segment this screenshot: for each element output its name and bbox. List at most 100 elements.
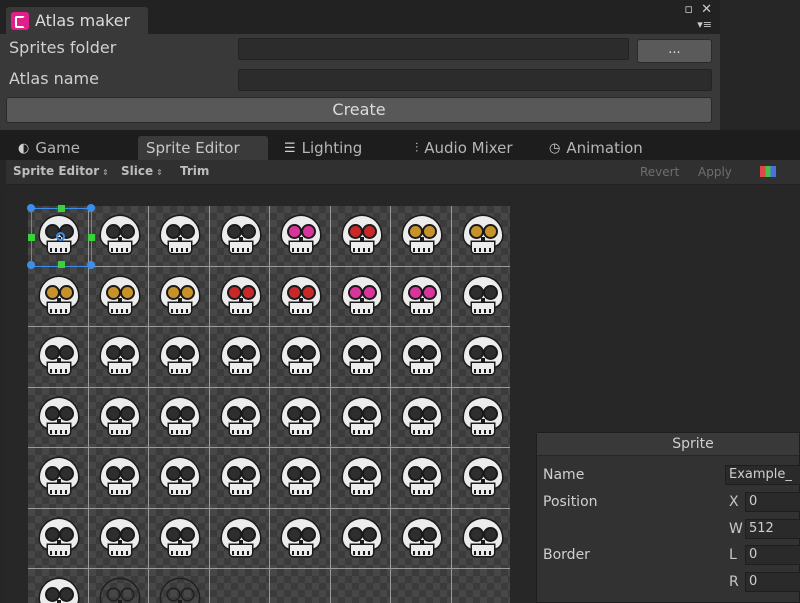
sprite-cell[interactable] xyxy=(329,265,392,328)
sprite-name-label: Name xyxy=(543,467,585,483)
tab-game[interactable]: ◐ Game xyxy=(10,136,88,160)
sprite-cell[interactable] xyxy=(87,206,150,267)
sprite-cell[interactable] xyxy=(269,326,331,388)
revert-button[interactable]: Revert xyxy=(640,165,679,179)
sprite-cell[interactable] xyxy=(148,568,210,603)
sprite-cell[interactable] xyxy=(329,507,392,570)
rgb-channels-icon[interactable] xyxy=(760,166,776,177)
atlas-name-field[interactable] xyxy=(238,69,712,91)
skull-sprite xyxy=(342,518,381,563)
sprite-cell[interactable] xyxy=(87,326,150,388)
sprite-cell[interactable] xyxy=(148,326,210,388)
sprite-cell[interactable] xyxy=(148,206,210,267)
sprite-cell[interactable] xyxy=(269,568,331,603)
skull-sprite xyxy=(282,216,320,260)
sprite-cell[interactable] xyxy=(148,447,210,509)
resize-handle-top-left[interactable] xyxy=(27,204,35,212)
sprite-cell[interactable] xyxy=(269,507,331,570)
sprite-cell[interactable] xyxy=(269,386,331,449)
sprites-folder-field[interactable] xyxy=(238,38,629,60)
apply-button[interactable]: Apply xyxy=(698,165,732,179)
sprite-cell[interactable] xyxy=(208,265,271,328)
atlas-maker-tab[interactable]: Atlas maker xyxy=(6,7,148,34)
create-button[interactable]: Create xyxy=(6,97,712,123)
sprite-cell[interactable] xyxy=(329,447,392,509)
tab-lighting[interactable]: ☰ Lighting xyxy=(276,136,370,160)
sprite-cell[interactable] xyxy=(329,206,392,267)
tab-animation[interactable]: ◷ Animation xyxy=(541,136,651,160)
skull-sprite xyxy=(161,518,199,563)
sprite-cell[interactable] xyxy=(28,386,89,449)
skull-sprite xyxy=(161,216,199,260)
sprite-cell[interactable] xyxy=(390,265,452,328)
sprite-cell[interactable] xyxy=(329,386,392,449)
sprite-sheet[interactable] xyxy=(28,206,510,603)
sprite-cell[interactable] xyxy=(148,507,210,570)
sprite-cell[interactable] xyxy=(208,206,271,267)
window-menu-icon[interactable]: ▾≡ xyxy=(697,18,712,31)
resize-handle-bottom-left[interactable] xyxy=(27,261,35,269)
close-icon[interactable]: ✕ xyxy=(701,2,712,17)
sprite-cell[interactable] xyxy=(28,507,89,570)
resize-handle-bottom[interactable] xyxy=(58,261,65,268)
sprite-cell[interactable] xyxy=(450,206,510,267)
maximize-icon[interactable]: ▫ xyxy=(684,2,693,17)
tab-animation-label: Animation xyxy=(566,139,643,157)
sprite-cell[interactable] xyxy=(390,507,452,570)
sprite-cell[interactable] xyxy=(269,265,331,328)
sprite-cell[interactable] xyxy=(87,447,150,509)
sprite-cell[interactable] xyxy=(28,447,89,509)
sprite-cell[interactable] xyxy=(390,568,452,603)
border-r-field[interactable]: 0 xyxy=(745,572,800,592)
sprite-cell[interactable] xyxy=(390,326,452,388)
sprite-cell[interactable] xyxy=(390,206,452,267)
sprite-editor-mode-dropdown[interactable]: Sprite Editor ⇕ xyxy=(13,164,109,178)
browse-folder-button[interactable]: ... xyxy=(637,39,712,63)
sprite-cell[interactable] xyxy=(450,265,510,328)
tab-sprite-editor[interactable]: Sprite Editor xyxy=(138,136,268,160)
slice-dropdown[interactable]: Slice ⇕ xyxy=(121,164,163,178)
sprite-cell[interactable] xyxy=(208,447,271,509)
sprite-cell[interactable] xyxy=(269,206,331,267)
sprite-cell[interactable] xyxy=(390,386,452,449)
sprite-cell[interactable] xyxy=(87,386,150,449)
sprite-cell[interactable] xyxy=(87,265,150,328)
skull-sprite xyxy=(282,458,320,502)
sprite-cell[interactable] xyxy=(450,507,510,570)
sprite-cell[interactable] xyxy=(329,326,392,388)
position-w-field[interactable]: 512 xyxy=(745,519,800,539)
sprite-cell[interactable] xyxy=(208,386,271,449)
sprite-cell[interactable] xyxy=(148,265,210,328)
sprite-cell[interactable] xyxy=(269,447,331,509)
border-l-field[interactable]: 0 xyxy=(745,545,800,565)
sprite-cell[interactable] xyxy=(28,326,89,388)
skull-sprite xyxy=(100,518,139,563)
sprite-cell[interactable] xyxy=(87,568,150,603)
sprite-cell[interactable] xyxy=(148,386,210,449)
skull-sprite xyxy=(101,579,139,603)
resize-handle-top-right[interactable] xyxy=(87,204,95,212)
sprite-cell[interactable] xyxy=(208,326,271,388)
sprite-cell[interactable] xyxy=(28,568,89,603)
trim-button[interactable]: Trim xyxy=(180,164,209,178)
sprite-name-field[interactable]: Example_ xyxy=(725,465,800,485)
sprite-cell[interactable] xyxy=(208,507,271,570)
resize-handle-top[interactable] xyxy=(58,205,65,212)
pivot-handle[interactable] xyxy=(56,232,65,241)
sprite-cell[interactable] xyxy=(28,265,89,328)
sprite-cell[interactable] xyxy=(390,447,452,509)
sprite-cell[interactable] xyxy=(450,447,510,509)
sprite-cell[interactable] xyxy=(450,386,510,449)
sprite-cell[interactable] xyxy=(87,507,150,570)
sprite-cell[interactable] xyxy=(450,326,510,388)
resize-handle-right[interactable] xyxy=(88,234,95,241)
sprite-cell[interactable] xyxy=(329,568,392,603)
tab-audio-mixer[interactable]: ⫶ Audio Mixer xyxy=(407,136,521,160)
skull-sprite xyxy=(221,518,260,563)
sprite-cell[interactable] xyxy=(450,568,510,603)
sprite-cell[interactable] xyxy=(208,568,271,603)
skull-sprite xyxy=(403,216,441,260)
resize-handle-left[interactable] xyxy=(28,234,35,241)
resize-handle-bottom-right[interactable] xyxy=(87,261,95,269)
position-x-field[interactable]: 0 xyxy=(745,492,800,512)
